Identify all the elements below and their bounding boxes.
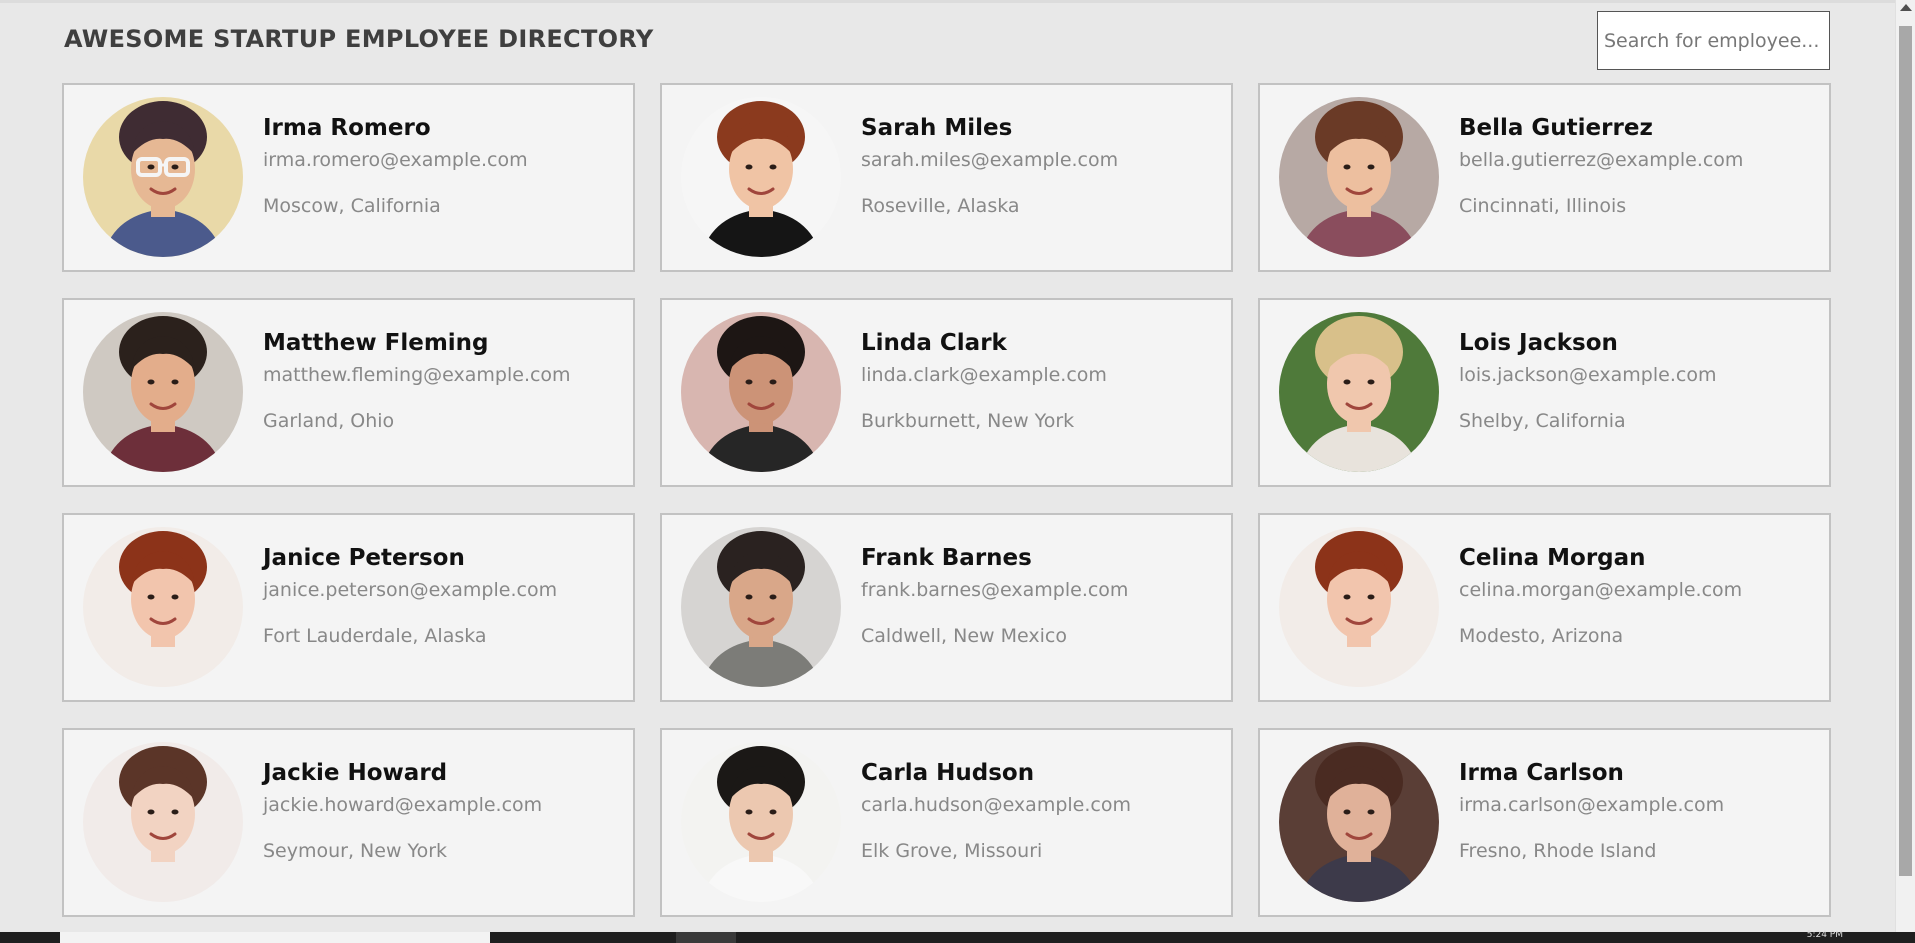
employee-avatar <box>1279 527 1439 687</box>
employee-card[interactable]: Matthew Fleming matthew.fleming@example.c… <box>62 298 635 487</box>
employee-location: Moscow, California <box>263 195 441 217</box>
employee-avatar <box>83 97 243 257</box>
employee-email: carla.hudson@example.com <box>861 794 1131 816</box>
employee-location: Cincinnati, Illinois <box>1459 195 1627 217</box>
taskbar-clock: 5:24 PM <box>1806 930 1843 940</box>
page: AWESOME STARTUP EMPLOYEE DIRECTORY Irma … <box>0 0 1895 932</box>
employee-location: Seymour, New York <box>263 840 448 862</box>
employee-card[interactable]: Frank Barnes frank.barnes@example.com Cald… <box>660 513 1233 702</box>
employee-email: matthew.fleming@example.com <box>263 364 571 386</box>
employee-name: Bella Gutierrez <box>1459 115 1653 141</box>
employee-card[interactable]: Carla Hudson carla.hudson@example.com Elk … <box>660 728 1233 917</box>
employee-email: janice.peterson@example.com <box>263 579 558 601</box>
employee-location: Burkburnett, New York <box>861 410 1075 432</box>
employee-card[interactable]: Bella Gutierrez bella.gutierrez@example.c… <box>1258 83 1831 272</box>
employee-email: irma.romero@example.com <box>263 149 528 171</box>
employee-email: linda.clark@example.com <box>861 364 1107 386</box>
employee-location: Caldwell, New Mexico <box>861 625 1067 647</box>
scroll-up-arrow-icon[interactable] <box>1900 4 1912 11</box>
employee-avatar <box>681 742 841 902</box>
employee-avatar <box>1279 97 1439 257</box>
employee-location: Fresno, Rhode Island <box>1459 840 1657 862</box>
employee-email: bella.gutierrez@example.com <box>1459 149 1744 171</box>
employee-name: Celina Morgan <box>1459 545 1646 571</box>
employee-name: Frank Barnes <box>861 545 1032 571</box>
employee-card[interactable]: Lois Jackson lois.jackson@example.com Shel… <box>1258 298 1831 487</box>
vertical-scrollbar[interactable] <box>1895 0 1915 932</box>
employee-avatar <box>1279 742 1439 902</box>
employee-avatar <box>1279 312 1439 472</box>
taskbar-search[interactable] <box>60 932 490 943</box>
employee-avatar <box>83 742 243 902</box>
employee-avatar <box>83 527 243 687</box>
employee-card[interactable]: Celina Morgan celina.morgan@example.com Mo… <box>1258 513 1831 702</box>
employee-name: Sarah Miles <box>861 115 1013 141</box>
employee-card[interactable]: Jackie Howard jackie.howard@example.com Se… <box>62 728 635 917</box>
employee-email: sarah.miles@example.com <box>861 149 1119 171</box>
employee-card[interactable]: Irma Carlson irma.carlson@example.com Fres… <box>1258 728 1831 917</box>
employee-name: Matthew Fleming <box>263 330 489 356</box>
employee-name: Linda Clark <box>861 330 1007 356</box>
employee-avatar <box>681 527 841 687</box>
employee-email: frank.barnes@example.com <box>861 579 1129 601</box>
employee-card[interactable]: Irma Romero irma.romero@example.com Moscow… <box>62 83 635 272</box>
employee-avatar <box>83 312 243 472</box>
employee-name: Janice Peterson <box>263 545 465 571</box>
taskbar-app-button[interactable] <box>676 932 736 943</box>
taskbar: 5:24 PM <box>0 930 1915 943</box>
employee-avatar <box>681 97 841 257</box>
employee-name: Jackie Howard <box>263 760 448 786</box>
employee-location: Shelby, California <box>1459 410 1626 432</box>
employee-card[interactable]: Sarah Miles sarah.miles@example.com Rosevi… <box>660 83 1233 272</box>
employee-name: Irma Carlson <box>1459 760 1624 786</box>
employee-location: Roseville, Alaska <box>861 195 1020 217</box>
employee-name: Lois Jackson <box>1459 330 1618 356</box>
employee-grid: Irma Romero irma.romero@example.com Moscow… <box>62 83 1831 917</box>
employee-email: lois.jackson@example.com <box>1459 364 1717 386</box>
employee-location: Garland, Ohio <box>263 410 395 432</box>
employee-avatar <box>681 312 841 472</box>
employee-location: Modesto, Arizona <box>1459 625 1624 647</box>
employee-location: Elk Grove, Missouri <box>861 840 1043 862</box>
employee-name: Irma Romero <box>263 115 431 141</box>
employee-email: celina.morgan@example.com <box>1459 579 1743 601</box>
employee-location: Fort Lauderdale, Alaska <box>263 625 487 647</box>
scroll-thumb[interactable] <box>1899 26 1912 876</box>
search-input[interactable] <box>1597 11 1830 70</box>
employee-email: irma.carlson@example.com <box>1459 794 1725 816</box>
employee-name: Carla Hudson <box>861 760 1035 786</box>
employee-card[interactable]: Janice Peterson janice.peterson@example.c… <box>62 513 635 702</box>
employee-card[interactable]: Linda Clark linda.clark@example.com Burkbu… <box>660 298 1233 487</box>
page-title: AWESOME STARTUP EMPLOYEE DIRECTORY <box>64 25 654 53</box>
employee-email: jackie.howard@example.com <box>263 794 543 816</box>
